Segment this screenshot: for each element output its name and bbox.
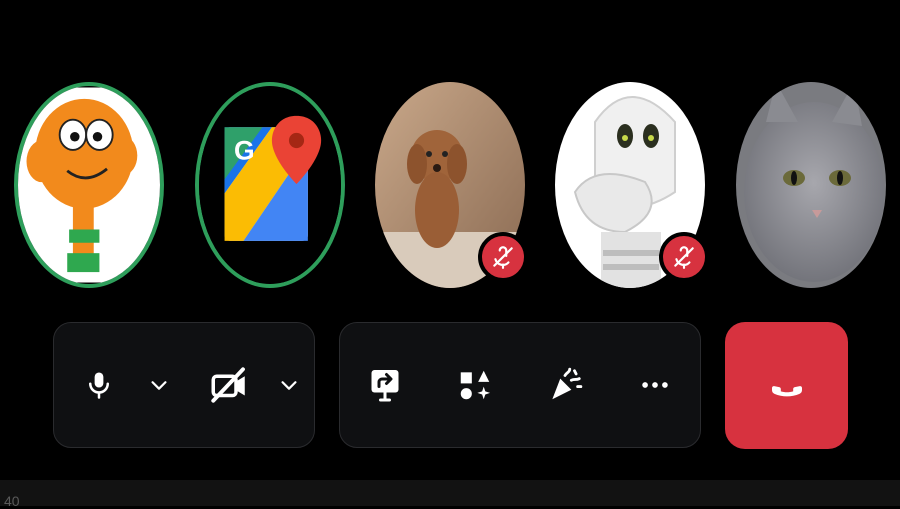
mic-off-icon	[493, 246, 513, 269]
more-icon	[642, 382, 668, 388]
chevron-down-icon	[281, 381, 297, 390]
reactions-icon	[552, 367, 583, 400]
share-screen-button[interactable]	[360, 323, 410, 447]
microphone-button[interactable]	[74, 323, 124, 447]
effects-button[interactable]	[450, 323, 500, 447]
muted-badge	[659, 232, 709, 282]
effects-icon	[460, 370, 491, 400]
end-call-button[interactable]	[725, 322, 848, 449]
more-options-button[interactable]	[630, 323, 680, 447]
participant-avatar[interactable]: G	[195, 82, 345, 288]
cat-photo-image	[736, 82, 886, 288]
reactions-button[interactable]	[540, 323, 590, 447]
microphone-options-button[interactable]	[139, 323, 179, 447]
mic-off-icon	[674, 246, 694, 269]
camera-button[interactable]	[199, 323, 259, 447]
participants-row: G	[0, 0, 900, 300]
chevron-down-icon	[151, 381, 167, 390]
microphone-icon	[89, 372, 109, 399]
end-call-icon	[771, 385, 802, 396]
participant-avatar[interactable]	[736, 82, 886, 288]
actions-group	[339, 322, 701, 448]
share-screen-icon	[371, 370, 399, 402]
camera-off-icon	[211, 367, 245, 403]
media-controls-group	[53, 322, 315, 448]
cartoon-avatar-image	[18, 87, 160, 283]
bottom-status-bar: 40	[0, 480, 900, 508]
participant-avatar[interactable]	[14, 82, 164, 288]
muted-badge	[478, 232, 528, 282]
map-logo-image: G	[199, 87, 341, 283]
svg-text:G: G	[234, 135, 255, 165]
camera-options-button[interactable]	[269, 323, 309, 447]
